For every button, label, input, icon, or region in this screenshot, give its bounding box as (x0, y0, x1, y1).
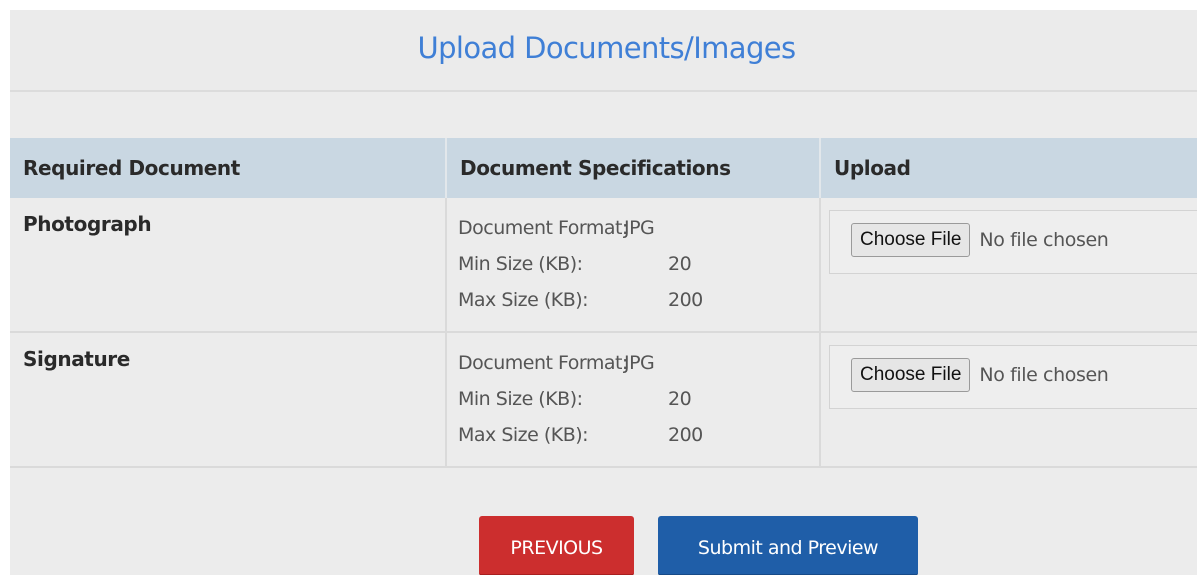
specifications-cell: Document Format: JPG Min Size (KB): 20 M… (446, 332, 821, 468)
page: Upload Documents/Images Required Documen… (0, 0, 1197, 575)
document-name-cell: Signature (10, 332, 447, 468)
spec-row-min-size: Min Size (KB): 20 (458, 246, 819, 282)
table-row-signature: Signature Document Format: JPG Min Size … (10, 332, 1197, 468)
spec-list: Document Format: JPG Min Size (KB): 20 M… (447, 333, 819, 453)
upload-cell: Choose File No file chosen (820, 332, 1197, 468)
spec-row-max-size: Max Size (KB): 200 (458, 282, 819, 318)
column-header-document-specifications: Document Specifications (446, 138, 821, 198)
previous-button[interactable]: PREVIOUS (479, 516, 634, 575)
spec-row-format: Document Format: JPG (458, 210, 819, 246)
spec-label: Min Size (KB): (458, 388, 583, 410)
document-name: Signature (23, 347, 130, 371)
table-header-row: Required Document Document Specification… (10, 138, 1197, 198)
spec-label: Min Size (KB): (458, 253, 583, 275)
file-status: No file chosen (979, 229, 1109, 251)
spec-value: 200 (668, 424, 703, 446)
choose-file-button[interactable]: Choose File (851, 223, 971, 257)
spec-row-format: Document Format: JPG (458, 345, 819, 381)
submit-and-preview-button[interactable]: Submit and Preview (658, 516, 918, 575)
spec-label: Max Size (KB): (458, 424, 589, 446)
spec-value: 20 (668, 253, 692, 275)
page-title: Upload Documents/Images (417, 31, 796, 65)
spec-list: Document Format: JPG Min Size (KB): 20 M… (447, 198, 819, 318)
specifications-cell: Document Format: JPG Min Size (KB): 20 M… (446, 198, 821, 333)
choose-file-button[interactable]: Choose File (851, 358, 971, 392)
upload-panel: Upload Documents/Images Required Documen… (10, 10, 1197, 575)
spec-row-max-size: Max Size (KB): 200 (458, 417, 819, 453)
spec-row-min-size: Min Size (KB): 20 (458, 381, 819, 417)
spec-value: JPG (624, 217, 655, 239)
upload-cell: Choose File No file chosen (820, 198, 1197, 333)
table-row-photograph: Photograph Document Format: JPG Min Size… (10, 198, 1197, 333)
file-status: No file chosen (979, 364, 1109, 386)
column-header-upload: Upload (820, 138, 1197, 198)
document-name-cell: Photograph (10, 198, 447, 333)
documents-table: Required Document Document Specification… (10, 138, 1197, 468)
spec-value: 20 (668, 388, 692, 410)
page-header: Upload Documents/Images (10, 10, 1197, 92)
spec-label: Max Size (KB): (458, 289, 589, 311)
document-name: Photograph (23, 212, 152, 236)
file-input-photograph[interactable]: Choose File No file chosen (829, 210, 1197, 274)
spec-value: 200 (668, 289, 703, 311)
spec-value: JPG (624, 352, 655, 374)
column-header-required-document: Required Document (10, 138, 447, 198)
file-input-signature[interactable]: Choose File No file chosen (829, 345, 1197, 409)
